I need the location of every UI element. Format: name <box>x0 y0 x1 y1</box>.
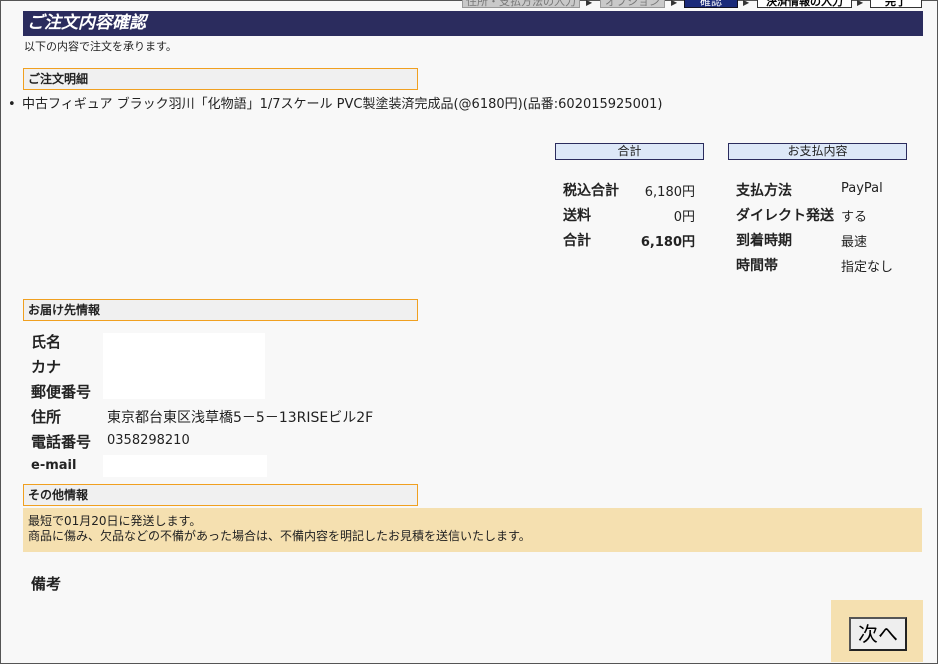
redacted-email-block <box>103 455 267 477</box>
step-arrow-icon: ▶ <box>857 0 864 7</box>
next-button[interactable]: 次へ <box>849 617 907 651</box>
totals-header: 合計 <box>555 143 704 160</box>
next-area: 次へ <box>831 600 923 662</box>
payment-value: 指定なし <box>841 260 894 275</box>
step-address-payment: 住所・支払方法の入力 <box>462 0 580 8</box>
other-section-header: その他情報 <box>23 484 418 506</box>
shipping-phone-label: 電話番号 <box>31 433 92 451</box>
totals-value: 0円 <box>673 210 695 225</box>
payment-label: 到着時期 <box>736 233 792 249</box>
bullet-icon: • <box>8 97 16 112</box>
step-options: オプション <box>600 0 665 8</box>
totals-label: 税込合計 <box>563 183 619 199</box>
step-payment-info: 決済情報の入力 <box>757 0 852 8</box>
totals-label: 送料 <box>563 208 591 224</box>
step-arrow-icon: ▶ <box>586 0 593 7</box>
notice-line: 最短で01月20日に発送します。 <box>28 514 202 528</box>
payment-value: PayPal <box>841 181 883 196</box>
shipping-name-label: 氏名 <box>31 333 62 351</box>
shipping-kana-label: カナ <box>31 358 62 376</box>
totals-value: 6,180円 <box>640 235 695 250</box>
payment-value: する <box>841 210 868 225</box>
order-item: • 中古フィギュア ブラック羽川「化物語」1/7スケール PVC製塗装済完成品(@… <box>8 93 662 112</box>
payment-header: お支払内容 <box>728 143 907 160</box>
payment-label: ダイレクト発送 <box>736 208 834 224</box>
order-item-text: 中古フィギュア ブラック羽川「化物語」1/7スケール PVC製塗装済完成品(@6… <box>22 97 663 112</box>
redacted-name-block <box>103 333 265 399</box>
payment-value: 最速 <box>841 235 868 250</box>
shipping-email-label: e-mail <box>31 458 77 473</box>
totals-value: 6,180円 <box>644 185 695 200</box>
shipping-zip-label: 郵便番号 <box>31 383 92 401</box>
step-indicator: 住所・支払方法の入力 ▶ オプション ▶ 確認 ▶ 決済情報の入力 ▶ 完了 <box>0 0 938 10</box>
shipping-phone-value: 0358298210 <box>107 433 190 448</box>
shipping-section-header: お届け先情報 <box>23 299 418 321</box>
shipping-address-label: 住所 <box>31 408 62 426</box>
remarks-label: 備考 <box>31 575 62 593</box>
notice-line: 商品に傷み、欠品などの不備があった場合は、不備内容を明記したお見積を送信いたしま… <box>28 529 531 543</box>
payment-label: 時間帯 <box>736 258 778 274</box>
other-info-notice: 最短で01月20日に発送します。 商品に傷み、欠品などの不備があった場合は、不備… <box>23 508 922 552</box>
step-complete: 完了 <box>870 0 922 8</box>
step-arrow-icon: ▶ <box>743 0 750 7</box>
totals-label: 合計 <box>563 233 591 249</box>
page-subtitle: 以下の内容で注文を承ります。 <box>24 40 177 53</box>
order-section-header: ご注文明細 <box>23 68 418 90</box>
step-arrow-icon: ▶ <box>671 0 678 7</box>
payment-label: 支払方法 <box>736 183 792 199</box>
page-title: ご注文内容確認 <box>23 11 923 36</box>
shipping-address-value: 東京都台東区浅草橋5－5－13RISEビル2F <box>107 410 374 426</box>
step-confirm: 確認 <box>684 0 738 8</box>
